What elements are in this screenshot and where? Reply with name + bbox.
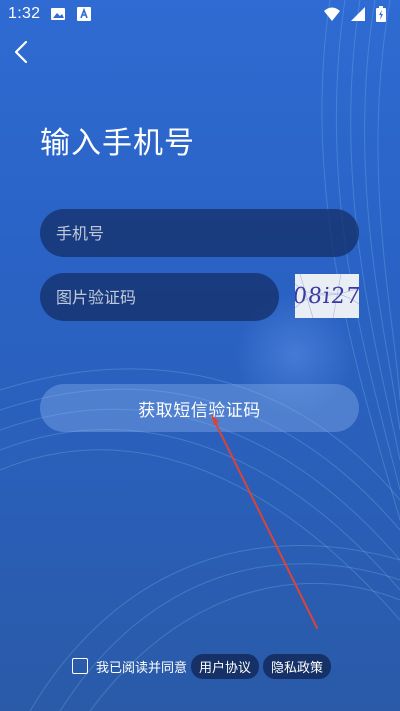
login-screen: 1:32 输入手机号 手机号 图片验证码 08i27 获取短信验证码 我已阅读并… xyxy=(0,0,400,711)
status-left: 1:32 xyxy=(8,5,92,23)
a-box-icon xyxy=(76,6,92,22)
battery-charging-icon xyxy=(376,6,392,22)
phone-input[interactable] xyxy=(40,209,359,257)
status-time: 1:32 xyxy=(8,5,41,22)
chevron-left-icon xyxy=(12,40,32,68)
captcha-image[interactable]: 08i27 xyxy=(295,274,359,318)
background-decoration xyxy=(0,0,400,711)
status-right xyxy=(324,6,392,22)
agreement-row: 我已阅读并同意 用户协议 隐私政策 xyxy=(72,653,332,679)
user-agreement-link[interactable]: 用户协议 xyxy=(191,653,260,679)
get-sms-code-button[interactable]: 获取短信验证码 xyxy=(40,384,359,432)
signal-icon xyxy=(350,6,366,22)
wifi-icon xyxy=(324,6,340,22)
privacy-policy-link[interactable]: 隐私政策 xyxy=(263,653,332,679)
agreement-checkbox[interactable] xyxy=(72,658,88,674)
captcha-text: 08i27 xyxy=(295,283,359,309)
status-bar: 1:32 xyxy=(0,0,400,28)
captcha-input[interactable] xyxy=(40,273,279,321)
back-button[interactable] xyxy=(4,36,40,72)
annotation-arrow xyxy=(211,415,318,629)
page-title: 输入手机号 xyxy=(40,126,195,161)
image-icon xyxy=(50,6,66,22)
agreement-text: 我已阅读并同意 xyxy=(96,660,188,676)
